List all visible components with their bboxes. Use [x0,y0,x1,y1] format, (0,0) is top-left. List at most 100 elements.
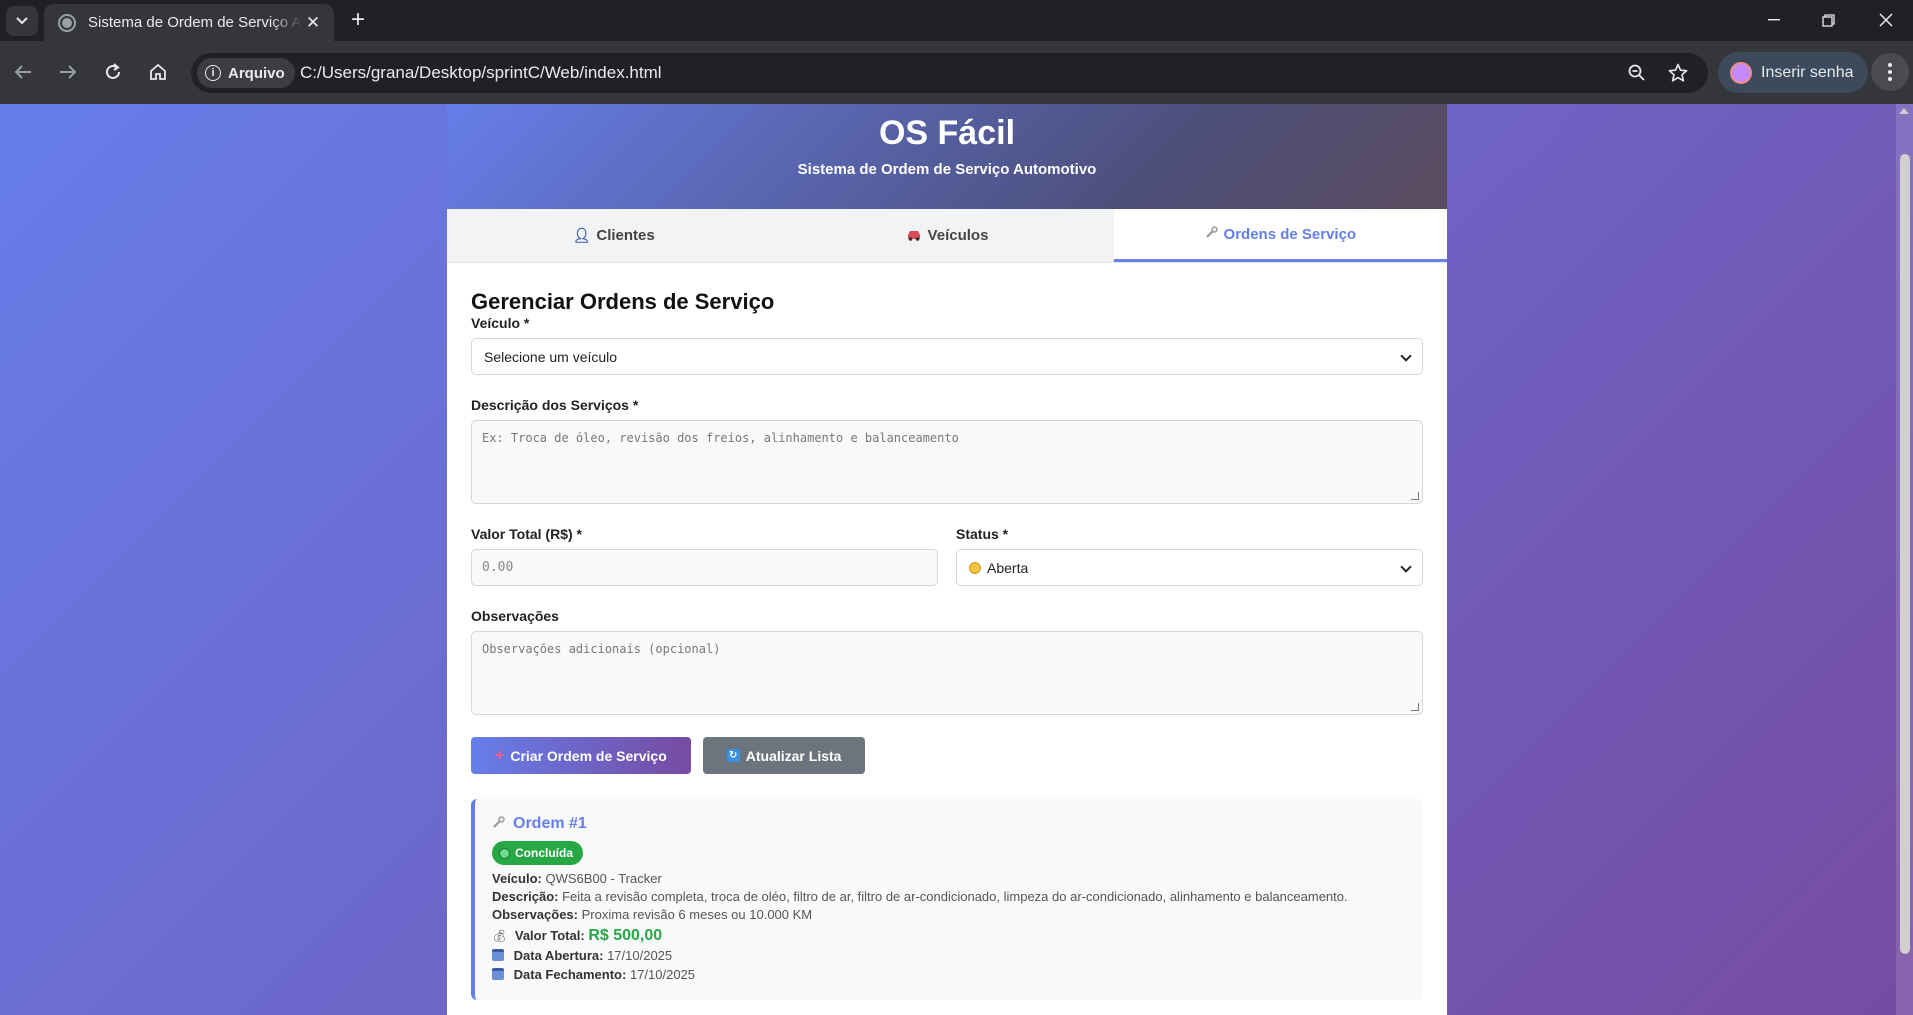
status-badge-text: Concluída [515,846,574,860]
home-button[interactable] [141,55,175,89]
total-input[interactable]: 0.00 [471,549,938,586]
total-placeholder: 0.00 [482,560,514,575]
order-notes-value: Proxima revisão 6 meses ou 10.000 KM [581,907,813,922]
notes-placeholder: Observações adicionais (opcional) [482,642,721,656]
person-icon: 👤︎ [572,227,591,243]
browser-tabstrip: Sistema de Ordem de Serviço Automotivo ✕… [0,0,1913,41]
back-button[interactable] [6,55,40,89]
status-badge: Concluída [492,841,584,865]
tab-label: Clientes [596,227,655,244]
order-card: Ordem #1 Concluída Veículo: QWS6B00 - Tr… [471,799,1423,1000]
notes-textarea[interactable]: Observações adicionais (opcional) [471,631,1423,715]
money-bag-icon: 💰︎ [492,929,508,943]
form-buttons: + Criar Ordem de Serviço ↻ Atualizar Lis… [471,737,1423,774]
description-textarea[interactable]: Ex: Troca de óleo, revisão dos freios, a… [471,420,1423,504]
close-icon [1879,13,1893,27]
reload-button[interactable] [96,55,130,89]
browser-toolbar: i Arquivo C:/Users/grana/Desktop/sprintC… [0,41,1913,104]
vehicle-select-value: Selecione um veículo [484,348,618,365]
minimize-icon [1768,19,1780,21]
order-description-label: Descrição: [492,889,559,904]
calendar-icon [492,949,504,961]
restore-icon [1821,13,1835,27]
order-notes: Observações: Proxima revisão 6 meses ou … [492,907,1405,922]
page-viewport: OS Fácil Sistema de Ordem de Serviço Aut… [0,104,1913,1015]
site-info-label: Arquivo [228,64,285,82]
scrollbar-thumb[interactable] [1900,154,1910,954]
tab-search-button[interactable] [6,6,38,36]
order-notes-label: Observações: [492,907,578,922]
minimize-button[interactable] [1752,4,1796,36]
status-label: Status * [956,526,1009,542]
vehicle-field-group: Veículo * Selecione um veículo [471,315,1423,375]
description-field-group: Descrição dos Serviços * Ex: Troca de ól… [471,397,1423,504]
order-title[interactable]: Ordem #1 [492,815,1405,833]
create-order-label: Criar Ordem de Serviço [510,747,667,764]
tab-veiculos[interactable]: Veículos [780,209,1113,262]
order-vehicle-value: QWS6B00 - Tracker [545,871,662,886]
status-select-value: Aberta [987,559,1029,576]
notes-field-group: Observações Observações adicionais (opci… [471,608,1423,715]
address-bar[interactable]: i Arquivo C:/Users/grana/Desktop/sprintC… [191,53,1708,93]
order-opened-value: 17/10/2025 [607,948,673,963]
order-closed: Data Fechamento: 17/10/2025 [492,967,1405,982]
value-status-row: Valor Total (R$) * 0.00 Status * Aberta [471,526,1423,608]
close-window-button[interactable] [1864,4,1908,36]
order-total: 💰︎ Valor Total: R$ 500,00 [492,928,1405,944]
plus-icon: + [495,746,505,764]
app-title: OS Fácil [878,114,1016,152]
order-description-value: Feita a revisão completa, troca de oléo,… [562,889,1348,904]
scroll-up-arrow-icon[interactable] [1899,108,1909,114]
forward-button[interactable] [51,55,85,89]
bookmark-star-icon[interactable] [1665,60,1691,86]
description-placeholder: Ex: Troca de óleo, revisão dos freios, a… [482,431,959,445]
wrench-icon [492,816,505,832]
more-vert-icon [1888,63,1892,81]
order-opened-label: Data Abertura: [513,948,604,963]
refresh-list-button[interactable]: ↻ Atualizar Lista [702,737,866,774]
order-description: Descrição: Feita a revisão completa, tro… [492,889,1405,904]
section-title: Gerenciar Ordens de Serviço [471,289,775,314]
order-closed-label: Data Fechamento: [513,967,627,982]
vehicle-label: Veículo * [471,315,530,331]
refresh-list-label: Atualizar Lista [745,747,842,764]
restore-button[interactable] [1806,4,1850,36]
yellow-circle-icon [969,561,981,574]
order-title-text: Ordem #1 [513,815,587,832]
globe-icon [58,13,76,32]
description-label: Descrição dos Serviços * [471,397,639,413]
notes-label: Observações [471,608,559,624]
tab-label: Ordens de Serviço [1223,225,1357,243]
url-text[interactable]: C:/Users/grana/Desktop/sprintC/Web/index… [300,63,662,83]
refresh-icon: ↻ [726,749,740,762]
browser-menu-button[interactable] [1871,53,1909,91]
order-closed-value: 17/10/2025 [629,967,696,982]
reload-icon [106,63,120,79]
browser-tab[interactable]: Sistema de Ordem de Serviço Automotivo ✕ [44,4,334,41]
status-select[interactable]: Aberta [956,549,1423,586]
close-tab-icon[interactable]: ✕ [302,13,324,33]
tab-label: Veículos [927,227,989,244]
main-tabs: 👤︎ Clientes Veículos Ordens de Serviço [447,209,1447,263]
password-profile-button[interactable]: Inserir senha [1718,52,1868,93]
site-info-chip[interactable]: i Arquivo [197,58,295,88]
order-vehicle: Veículo: QWS6B00 - Tracker [492,871,1405,886]
home-icon [150,63,166,80]
green-circle-icon [499,847,510,859]
app-header: OS Fácil Sistema de Ordem de Serviço Aut… [447,104,1447,209]
arrow-right-icon [60,65,77,79]
tab-ordens-de-servico[interactable]: Ordens de Serviço [1113,209,1447,262]
order-vehicle-label: Veículo: [492,871,542,886]
car-icon [906,228,922,244]
tab-clientes[interactable]: 👤︎ Clientes [447,209,780,262]
calendar-icon [492,968,504,980]
page-scrollbar[interactable] [1896,104,1913,1015]
total-label: Valor Total (R$) * [471,526,582,542]
new-tab-button[interactable]: + [344,8,372,34]
chevron-down-icon [16,17,28,25]
create-order-button[interactable]: + Criar Ordem de Serviço [471,737,691,774]
profile-label: Inserir senha [1761,63,1854,81]
zoom-icon[interactable] [1624,60,1650,86]
vehicle-select[interactable]: Selecione um veículo [471,338,1423,375]
order-total-value: R$ 500,00 [588,927,663,944]
